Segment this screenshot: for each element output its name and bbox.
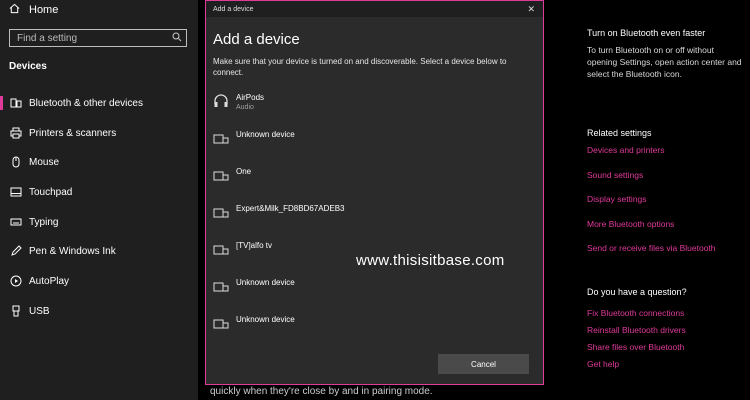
sidebar-item-label: Bluetooth & other devices (29, 97, 143, 109)
device-name: One (236, 167, 252, 176)
sidebar-item-pen[interactable]: Pen & Windows Ink (0, 242, 198, 260)
link-share-files[interactable]: Share files over Bluetooth (587, 342, 684, 352)
dialog-description: Make sure that your device is turned on … (213, 57, 507, 77)
cancel-button[interactable]: Cancel (438, 354, 529, 374)
home-link[interactable]: Home (9, 3, 58, 17)
pen-icon (10, 245, 22, 257)
sidebar-item-label: Mouse (29, 156, 60, 168)
printer-icon (10, 127, 22, 139)
search-placeholder: Find a setting (17, 32, 78, 44)
sidebar-item-label: Typing (29, 216, 59, 228)
sidebar-item-mouse[interactable]: Mouse (0, 153, 198, 171)
sidebar-item-label: Printers & scanners (29, 127, 117, 139)
link-fix-bluetooth[interactable]: Fix Bluetooth connections (587, 308, 684, 318)
link-display-settings[interactable]: Display settings (587, 194, 647, 204)
device-item[interactable]: Unknown device (213, 129, 295, 151)
watermark-text: www.thisisitbase.com (356, 252, 505, 269)
bluetooth-devices-icon (10, 97, 22, 109)
dialog-heading: Add a device (213, 31, 300, 48)
add-device-dialog: Add a device ✕ Add a device Make sure th… (205, 0, 544, 385)
device-item[interactable]: AirPods Audio (213, 92, 264, 114)
device-name: [TV]alfo tv (236, 241, 273, 250)
display-device-icon (213, 279, 229, 293)
home-icon (9, 3, 20, 17)
link-devices-and-printers[interactable]: Devices and printers (587, 145, 664, 155)
link-sound-settings[interactable]: Sound settings (587, 170, 643, 180)
home-label: Home (29, 4, 59, 16)
device-item[interactable]: [TV]alfo tv (213, 240, 272, 262)
dialog-window-title: Add a device (213, 5, 254, 13)
display-device-icon (213, 316, 229, 330)
headphones-icon (213, 94, 229, 108)
related-settings-heading: Related settings (587, 128, 652, 138)
autoplay-icon (10, 275, 22, 287)
device-item[interactable]: One (213, 166, 251, 188)
device-item[interactable]: Unknown device (213, 277, 295, 299)
section-title: Devices (9, 61, 47, 72)
sidebar-item-autoplay[interactable]: AutoPlay (0, 272, 198, 290)
search-input[interactable]: Find a setting (9, 29, 187, 47)
sidebar-item-bluetooth[interactable]: Bluetooth & other devices (0, 94, 198, 112)
link-get-help[interactable]: Get help (587, 359, 619, 369)
tip-text: To turn Bluetooth on or off without open… (587, 45, 742, 79)
settings-sidebar: Home Find a setting Devices Bluetooth & … (0, 0, 198, 400)
tip-heading: Turn on Bluetooth even faster (587, 28, 706, 38)
mouse-icon (10, 156, 22, 168)
sidebar-item-label: AutoPlay (29, 275, 70, 287)
link-reinstall-drivers[interactable]: Reinstall Bluetooth drivers (587, 325, 686, 335)
display-device-icon (213, 242, 229, 256)
sidebar-item-label: Touchpad (29, 186, 73, 198)
device-name: Unknown device (236, 278, 295, 287)
display-device-icon (213, 131, 229, 145)
search-icon (172, 32, 182, 45)
device-name: Expert&Milk_FD8BD67ADEB3 (236, 204, 345, 213)
sidebar-item-label: Pen & Windows Ink (29, 245, 116, 257)
pairing-hint-text: quickly when they're close by and in pai… (210, 386, 433, 397)
device-type: Audio (236, 104, 254, 111)
touchpad-icon (10, 186, 22, 198)
device-name: AirPods (236, 93, 265, 102)
sidebar-item-typing[interactable]: Typing (0, 213, 198, 231)
sidebar-item-touchpad[interactable]: Touchpad (0, 183, 198, 201)
link-send-receive-files[interactable]: Send or receive files via Bluetooth (587, 243, 716, 253)
display-device-icon (213, 168, 229, 182)
device-item[interactable]: Unknown device (213, 314, 295, 336)
device-name: Unknown device (236, 315, 295, 324)
sidebar-item-usb[interactable]: USB (0, 302, 198, 320)
usb-icon (10, 305, 22, 317)
device-item[interactable]: Expert&Milk_FD8BD67ADEB3 (213, 203, 344, 225)
keyboard-icon (10, 216, 22, 228)
link-more-bluetooth-options[interactable]: More Bluetooth options (587, 219, 674, 229)
sidebar-item-label: USB (29, 305, 50, 317)
close-icon[interactable]: ✕ (527, 4, 535, 15)
display-device-icon (213, 205, 229, 219)
device-name: Unknown device (236, 130, 295, 139)
sidebar-item-printers[interactable]: Printers & scanners (0, 124, 198, 142)
dialog-titlebar: Add a device ✕ (206, 1, 543, 17)
question-heading: Do you have a question? (587, 287, 687, 297)
